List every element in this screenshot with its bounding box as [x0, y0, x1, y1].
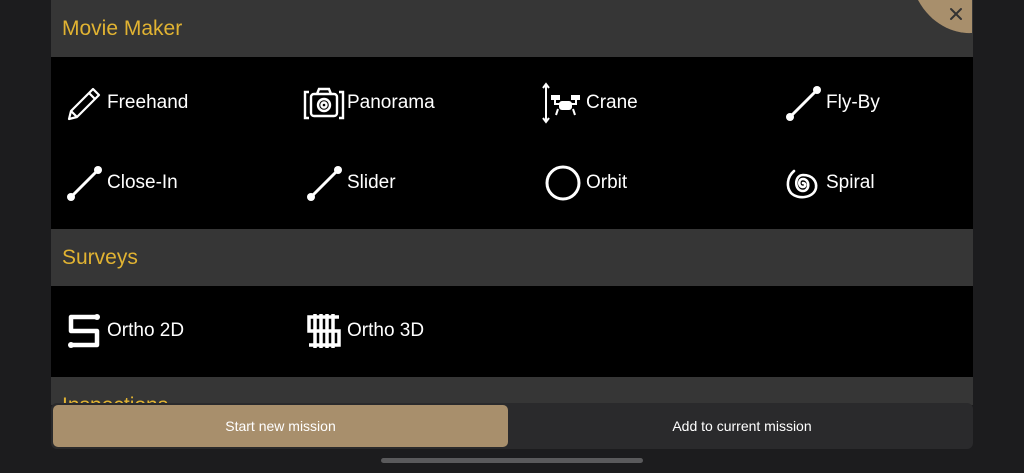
start-new-mission-button[interactable]: Start new mission: [53, 405, 508, 447]
camera-icon: [303, 81, 347, 125]
mission-item-spiral[interactable]: Spiral: [782, 159, 875, 207]
home-indicator[interactable]: [381, 458, 643, 463]
mission-item-label: Ortho 2D: [107, 320, 185, 341]
mission-item-label: Panorama: [347, 92, 435, 113]
section-title: Surveys: [62, 245, 138, 269]
mission-item-label: Ortho 3D: [347, 320, 425, 341]
mission-type-panel: Movie Maker Freehand Panorama Crane Fly-…: [51, 0, 973, 405]
section-header-movie-maker: Movie Maker: [51, 0, 973, 57]
mission-item-label: Crane: [586, 92, 638, 113]
mission-item-label: Fly-By: [826, 92, 880, 113]
mission-item-close-in[interactable]: Close-In: [63, 159, 178, 207]
line-icon: [782, 81, 826, 125]
mission-item-panorama[interactable]: Panorama: [303, 79, 435, 127]
mission-item-label: Slider: [347, 172, 396, 193]
mission-item-orbit[interactable]: Orbit: [542, 159, 627, 207]
add-to-current-mission-button[interactable]: Add to current mission: [512, 405, 972, 447]
section-header-surveys: Surveys: [51, 229, 973, 286]
line-icon: [63, 161, 107, 205]
line-icon: [303, 161, 347, 205]
mission-item-freehand[interactable]: Freehand: [63, 79, 188, 127]
close-button[interactable]: [914, 0, 974, 34]
mission-item-label: Spiral: [826, 172, 875, 193]
section-title: Movie Maker: [62, 16, 183, 40]
ortho-2d-icon: [63, 309, 107, 353]
ortho-3d-icon: [303, 309, 347, 353]
mission-item-fly-by[interactable]: Fly-By: [782, 79, 880, 127]
section-header-inspections: Inspections: [51, 377, 973, 405]
mission-item-label: Freehand: [107, 92, 189, 113]
pencil-icon: [63, 81, 107, 125]
spiral-icon: [782, 161, 826, 205]
mission-item-label: Orbit: [586, 172, 628, 193]
mission-item-ortho-2d[interactable]: Ortho 2D: [63, 307, 184, 355]
button-label: Add to current mission: [672, 418, 812, 434]
drone-crane-icon: [542, 81, 586, 125]
mission-item-label: Close-In: [107, 172, 178, 193]
mission-item-crane[interactable]: Crane: [542, 79, 638, 127]
mission-item-slider[interactable]: Slider: [303, 159, 396, 207]
button-label: Start new mission: [225, 418, 336, 434]
circle-icon: [542, 161, 586, 205]
mission-item-ortho-3d[interactable]: Ortho 3D: [303, 307, 424, 355]
